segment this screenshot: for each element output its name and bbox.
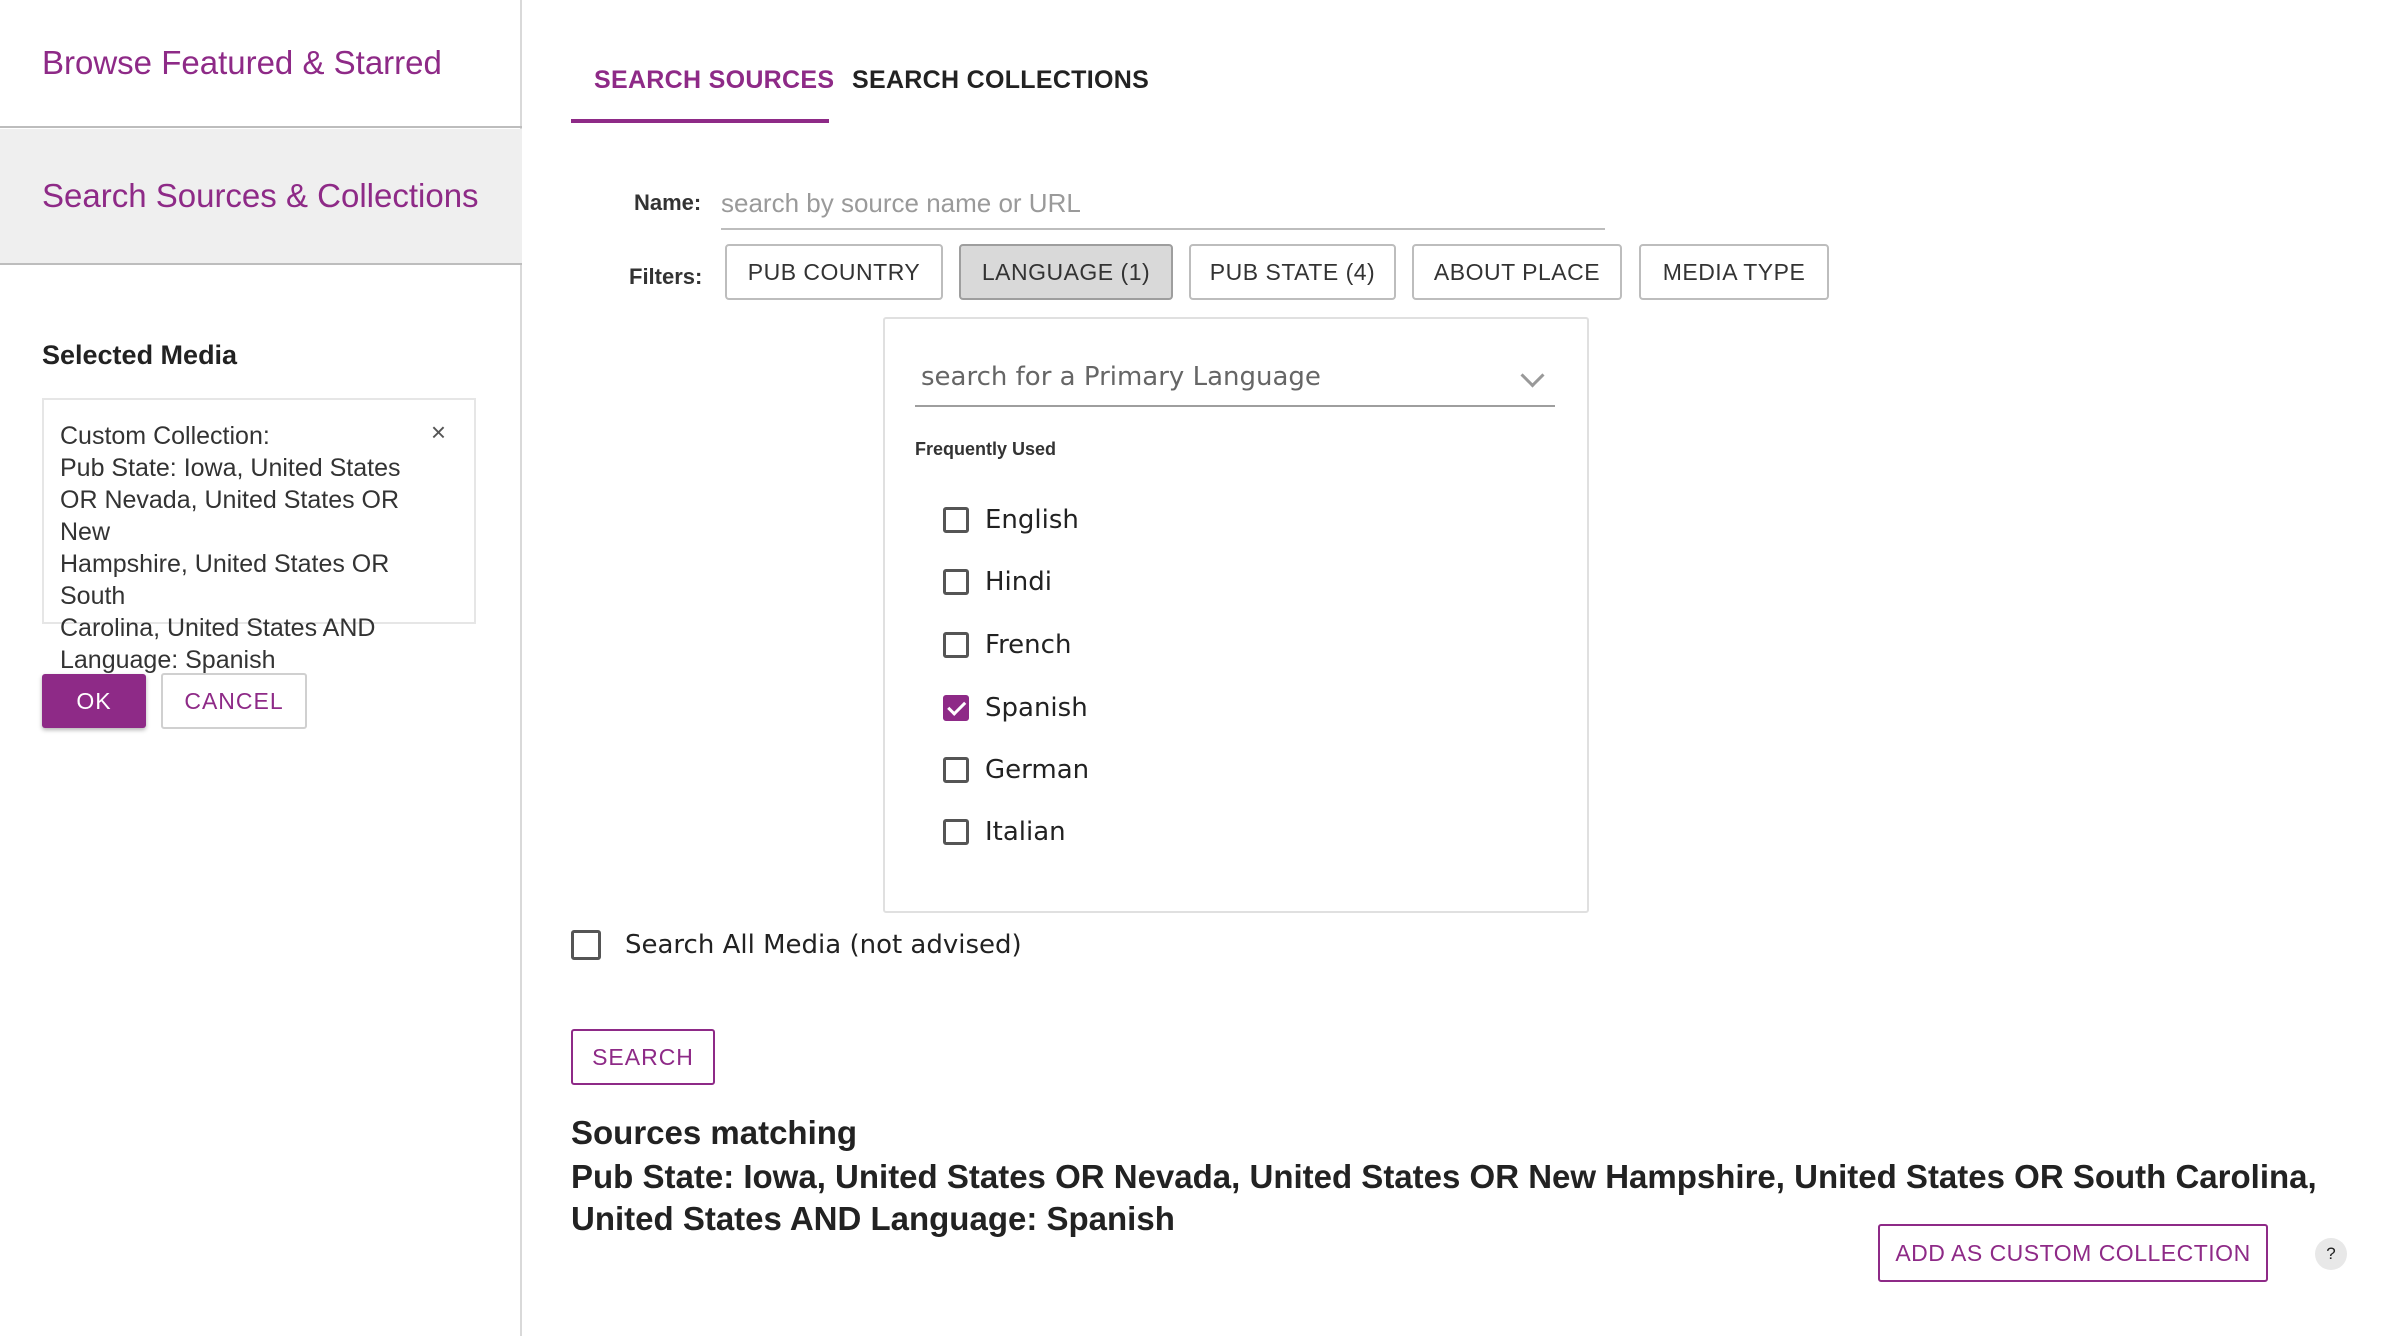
- help-icon[interactable]: ?: [2315, 1238, 2347, 1270]
- checkbox[interactable]: [571, 930, 601, 960]
- search-all-media-label: Search All Media (not advised): [625, 930, 1022, 960]
- sidebar-item-label: Search Sources & Collections: [42, 177, 479, 214]
- language-search: [915, 349, 1555, 407]
- language-option-spanish[interactable]: Spanish: [943, 688, 1088, 728]
- checkbox[interactable]: [943, 757, 969, 783]
- card-line: Language: Spanish: [60, 646, 276, 674]
- language-option-french[interactable]: French: [943, 625, 1071, 665]
- ok-button[interactable]: OK: [42, 674, 146, 728]
- language-option-italian[interactable]: Italian: [943, 812, 1066, 852]
- language-label: Hindi: [985, 567, 1052, 597]
- tab-search-sources[interactable]: SEARCH SOURCES: [594, 66, 834, 95]
- sidebar: Browse Featured & Starred Search Sources…: [0, 0, 522, 1336]
- filter-language-button[interactable]: LANGUAGE (1): [959, 244, 1173, 300]
- checkbox-checked[interactable]: [943, 695, 969, 721]
- search-button[interactable]: SEARCH: [571, 1029, 715, 1085]
- card-line: Custom Collection:: [60, 422, 270, 450]
- language-option-hindi[interactable]: Hindi: [943, 562, 1052, 602]
- language-filter-panel: Frequently Used English Hindi French Spa…: [883, 317, 1589, 913]
- filter-pub-country-button[interactable]: PUB COUNTRY: [725, 244, 943, 300]
- checkbox[interactable]: [943, 632, 969, 658]
- filter-media-type-button[interactable]: MEDIA TYPE: [1639, 244, 1829, 300]
- checkbox[interactable]: [943, 507, 969, 533]
- language-label: Spanish: [985, 693, 1088, 723]
- tab-search-collections[interactable]: SEARCH COLLECTIONS: [852, 66, 1149, 95]
- language-label: German: [985, 755, 1090, 785]
- filter-pub-state-button[interactable]: PUB STATE (4): [1189, 244, 1396, 300]
- card-line: OR Nevada, United States OR New: [60, 486, 400, 546]
- selected-media-heading: Selected Media: [42, 340, 238, 370]
- frequently-used-label: Frequently Used: [915, 439, 1057, 459]
- language-label: French: [985, 630, 1072, 660]
- add-custom-collection-button[interactable]: ADD AS CUSTOM COLLECTION: [1878, 1224, 2268, 1282]
- name-search-input[interactable]: [721, 178, 1605, 230]
- cancel-button[interactable]: CANCEL: [161, 673, 307, 729]
- language-search-input[interactable]: [919, 349, 1483, 405]
- language-label: Italian: [985, 817, 1066, 847]
- close-icon[interactable]: ×: [431, 416, 446, 448]
- checkbox[interactable]: [943, 819, 969, 845]
- language-label: English: [985, 505, 1079, 535]
- filters-label: Filters:: [629, 264, 703, 289]
- chevron-down-icon[interactable]: [1520, 363, 1545, 388]
- sidebar-item-browse-featured[interactable]: Browse Featured & Starred: [0, 0, 522, 128]
- sidebar-item-label: Browse Featured & Starred: [42, 44, 442, 81]
- card-line: Hampshire, United States OR South: [60, 550, 390, 610]
- checkbox[interactable]: [943, 569, 969, 595]
- selected-media-card: Custom Collection: Pub State: Iowa, Unit…: [42, 398, 476, 674]
- search-all-media-option[interactable]: Search All Media (not advised): [571, 930, 1022, 960]
- active-tab-indicator: [571, 119, 829, 123]
- card-line: Pub State: Iowa, United States: [60, 454, 401, 482]
- language-option-english[interactable]: English: [943, 500, 1079, 540]
- language-option-german[interactable]: German: [943, 750, 1089, 790]
- filter-about-place-button[interactable]: ABOUT PLACE: [1412, 244, 1622, 300]
- sidebar-item-search-sources[interactable]: Search Sources & Collections: [0, 129, 522, 265]
- results-title: Sources matching: [571, 1114, 858, 1151]
- name-label: Name:: [634, 190, 702, 215]
- card-line: Carolina, United States AND: [60, 614, 376, 642]
